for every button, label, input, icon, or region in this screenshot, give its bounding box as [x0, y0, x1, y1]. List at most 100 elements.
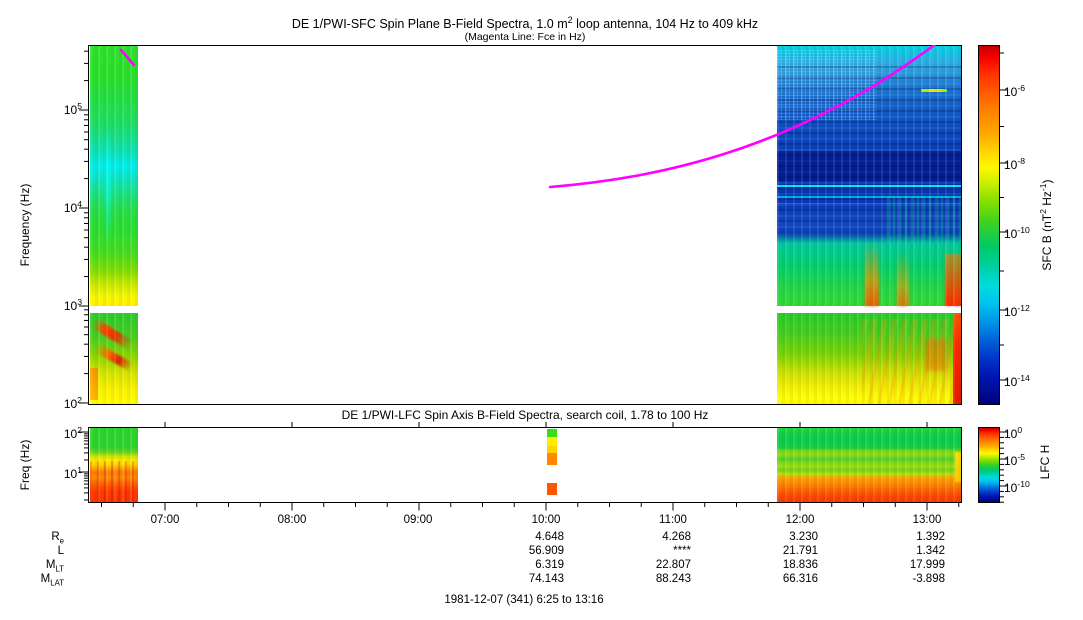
- sfc-ytick-label: 105: [38, 101, 82, 117]
- tick-exp: 1: [77, 465, 82, 475]
- ephemeris-value: 6.319: [535, 559, 564, 571]
- time-tick-label: 10:00: [531, 514, 561, 526]
- tick-exp: 5: [77, 101, 82, 111]
- title-text-2: loop antenna, 104 Hz to 409 kHz: [572, 17, 759, 32]
- lfc-yaxis-label: Freq (Hz): [18, 439, 32, 491]
- row-label-sub: LAT: [50, 578, 64, 588]
- column-noise-overlay: [777, 428, 961, 502]
- time-tick-label: 07:00: [150, 514, 180, 526]
- sfc-data-block-late-upper: [777, 46, 961, 306]
- ephemeris-value: 22.807: [655, 559, 691, 571]
- time-tick-label: 13:00: [912, 514, 942, 526]
- lfc-cell-yellow: [547, 437, 557, 446]
- lfc-panel-title: DE 1/PWI-LFC Spin Axis B-Field Spectra, …: [341, 408, 709, 422]
- time-axis-ticks: [101, 503, 960, 511]
- lfc-cell-orange: [547, 453, 557, 465]
- sfc-ytick-label: 103: [38, 297, 82, 313]
- ephemeris-value: 4.648: [535, 531, 564, 543]
- column-noise-overlay: [90, 46, 138, 306]
- lfc-spectrogram-panel: [88, 427, 962, 503]
- sfc-ytick-label: 102: [38, 395, 82, 411]
- row-label-sub: LT: [55, 564, 64, 574]
- tick-base: 10: [1004, 427, 1018, 441]
- tick-base: 10: [1004, 158, 1018, 172]
- lfc-cell-red: [547, 483, 557, 495]
- ephemeris-value: 17.999: [909, 559, 945, 571]
- column-noise-overlay: [777, 313, 961, 404]
- tick-base: 10: [1004, 481, 1018, 495]
- lfc-cell-gold: [547, 446, 557, 453]
- ephemeris-row-label-mlt: MLT: [24, 559, 64, 573]
- ephemeris-value: 56.909: [528, 545, 564, 557]
- sfc-data-block-late-lower: [777, 313, 961, 404]
- ephemeris-value: 1.392: [916, 531, 945, 543]
- lfc-data-block-late: [777, 428, 961, 502]
- time-tick-label: 08:00: [277, 514, 307, 526]
- lfc-data-block-early: [90, 428, 138, 502]
- sfc-colorbar: [978, 45, 1000, 405]
- column-noise-overlay: [777, 46, 961, 306]
- cbar-label-text: SFC B (nT: [1040, 213, 1054, 271]
- ephemeris-value: 21.791: [782, 545, 818, 557]
- ephemeris-value: 3.230: [789, 531, 818, 543]
- tick-exp: 2: [77, 395, 82, 405]
- tick-exp: -12: [1017, 303, 1030, 313]
- lfc-data-block-1000: [547, 428, 557, 502]
- sfc-ytick-label: 104: [38, 199, 82, 215]
- tick-exp: 4: [77, 199, 82, 209]
- sfc-spectrogram-panel: [88, 45, 962, 405]
- sfc-yaxis-ticks: [79, 50, 88, 404]
- tick-base: 10: [1004, 454, 1018, 468]
- time-tick-label: 09:00: [403, 514, 433, 526]
- row-label-text: R: [51, 531, 60, 543]
- ephemeris-value: 74.143: [528, 573, 564, 585]
- ephemeris-row-label-mlat: MLAT: [24, 573, 64, 587]
- sfc-yaxis-label: Frequency (Hz): [18, 183, 32, 267]
- ephemeris-value: ****: [673, 545, 691, 557]
- tick-exp: -8: [1017, 156, 1026, 166]
- tick-base: 10: [63, 427, 78, 441]
- tick-base: 10: [1004, 227, 1018, 241]
- time-tick-label: 11:00: [659, 514, 687, 526]
- row-label-text: L: [57, 545, 64, 557]
- page-subtitle: (Magenta Line: Fce in Hz): [464, 31, 586, 43]
- ephemeris-value: -3.898: [912, 573, 945, 585]
- ephemeris-value: 18.836: [782, 559, 818, 571]
- lfc-ytick-label: 102: [38, 425, 82, 441]
- sfc-data-block-early-upper: [90, 46, 138, 306]
- tick-exp: -6: [1017, 83, 1026, 93]
- date-range-caption: 1981-12-07 (341) 6:25 to 13:16: [444, 594, 604, 606]
- ephemeris-value: 66.316: [782, 573, 818, 585]
- lfc-colorbar: [978, 427, 1000, 503]
- tick-base: 10: [1004, 85, 1018, 99]
- cbar-label-text: Hz: [1040, 191, 1054, 210]
- row-label-text: M: [40, 573, 51, 585]
- tick-base: 10: [63, 201, 78, 215]
- lfc-cell-green: [547, 429, 557, 437]
- row-label-text: M: [45, 559, 56, 571]
- tick-base: 10: [63, 467, 78, 481]
- cbar-label-sup: -1: [1038, 183, 1048, 192]
- tick-base: 10: [63, 103, 78, 117]
- column-noise-overlay: [90, 313, 138, 404]
- page-title: DE 1/PWI-SFC Spin Plane B-Field Spectra,…: [88, 15, 962, 31]
- tick-base: 10: [1004, 375, 1018, 389]
- tick-exp: 3: [77, 297, 82, 307]
- ephemeris-row-label-re: Re: [24, 531, 64, 545]
- cbar-label-sup: 2: [1038, 209, 1048, 214]
- row-label-sub: e: [59, 536, 64, 546]
- ephemeris-row-label-l: L: [24, 545, 64, 559]
- tick-exp: 2: [77, 425, 82, 435]
- spectrogram-figure: DE 1/PWI-SFC Spin Plane B-Field Spectra,…: [0, 0, 1083, 620]
- ephemeris-value: 1.342: [916, 545, 945, 557]
- tick-exp: -10: [1017, 479, 1030, 489]
- tick-base: 10: [63, 397, 78, 411]
- title-text: DE 1/PWI-SFC Spin Plane B-Field Spectra,…: [291, 17, 568, 32]
- tick-exp: -14: [1017, 373, 1030, 383]
- tick-base: 10: [63, 299, 78, 313]
- sfc-cbar-label: SFC B (nT2 Hz-1): [1038, 45, 1054, 405]
- tick-exp: 0: [1017, 425, 1023, 435]
- sfc-data-block-early-lower: [90, 313, 138, 404]
- lfc-cbar-label: LFC H: [1038, 444, 1052, 480]
- ephemeris-value: 4.268: [662, 531, 691, 543]
